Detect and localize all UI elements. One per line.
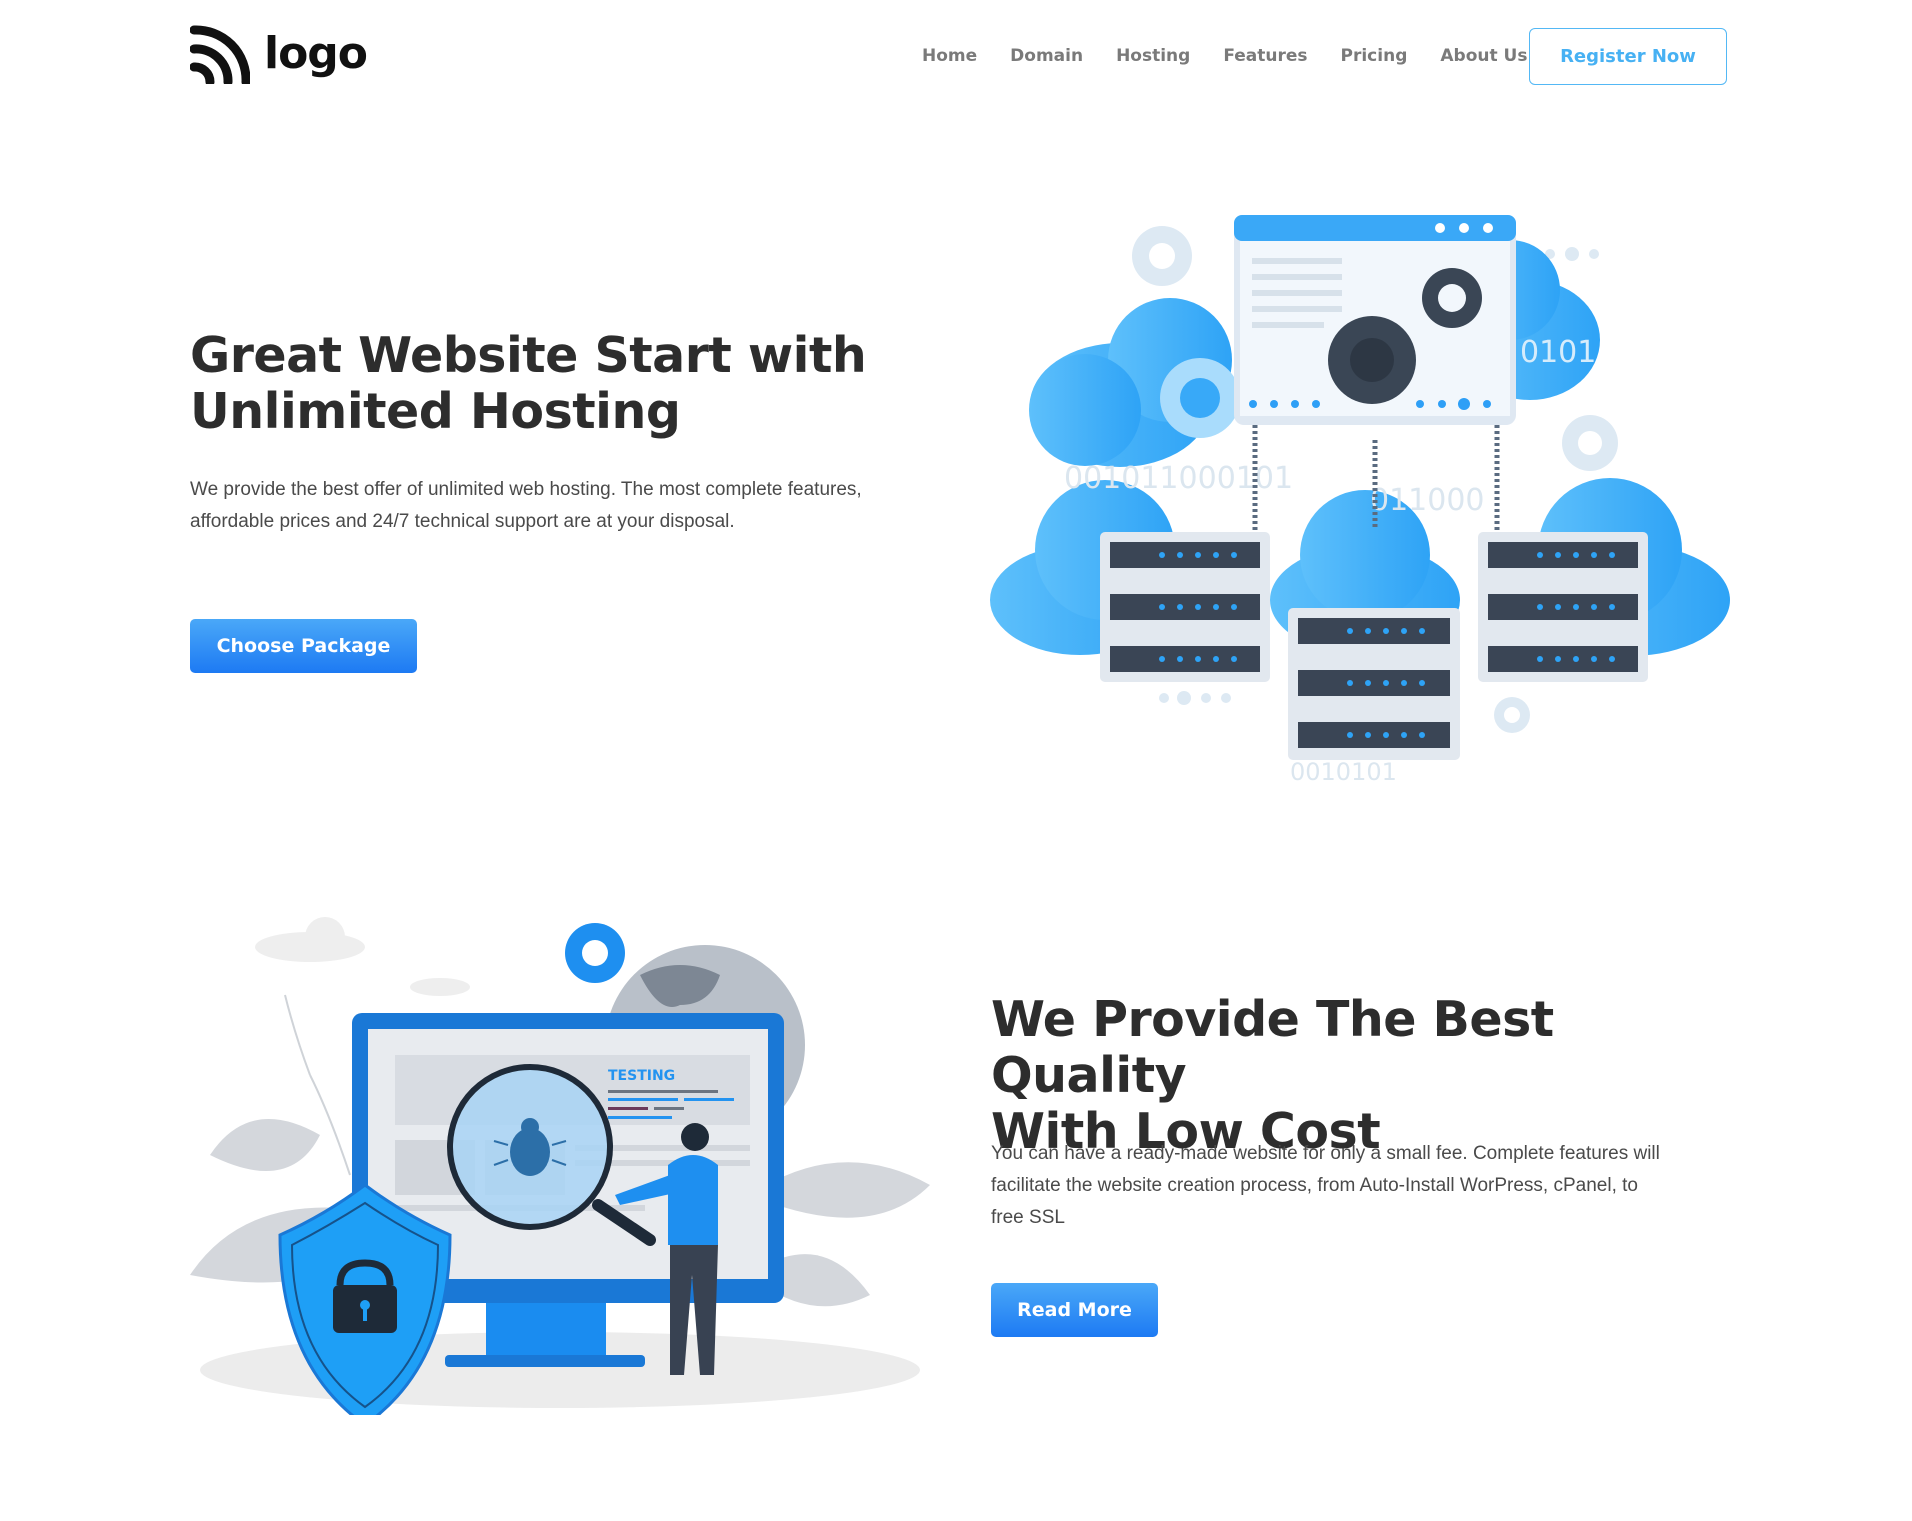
server-icon xyxy=(1100,532,1270,682)
choose-package-button[interactable]: Choose Package xyxy=(190,619,417,673)
read-more-button[interactable]: Read More xyxy=(991,1283,1158,1337)
gear-icon xyxy=(1160,358,1240,438)
logo[interactable]: logo xyxy=(190,24,368,84)
rss-logo-icon xyxy=(190,25,250,84)
binary-text: 011000 xyxy=(1370,483,1485,518)
nav-hosting[interactable]: Hosting xyxy=(1116,40,1190,72)
nav-home[interactable]: Home xyxy=(922,40,977,72)
binary-text: 001011000101 xyxy=(1064,461,1293,496)
logo-text: logo xyxy=(264,28,368,79)
gear-icon xyxy=(1132,226,1192,286)
section2-description: You can have a ready-made website for on… xyxy=(991,1143,1660,1228)
binary-text: 0010101 xyxy=(1290,758,1397,786)
nav-about-us[interactable]: About Us xyxy=(1440,40,1527,72)
gear-icon xyxy=(565,923,625,983)
testing-label: TESTING xyxy=(608,1068,675,1084)
site-header: logo Home Domain Hosting Features Pricin… xyxy=(0,0,1912,112)
binary-text: 0101 xyxy=(1520,335,1596,370)
main-nav: Home Domain Hosting Features Pricing Abo… xyxy=(922,40,1560,72)
hero-title-line2: Unlimited Hosting xyxy=(190,383,681,440)
section2-title: We Provide The Best Quality With Low Cos… xyxy=(991,992,1751,1160)
nav-domain[interactable]: Domain xyxy=(1010,40,1083,72)
section2-title-line1: We Provide The Best Quality xyxy=(991,991,1554,1104)
hero-description: We provide the best offer of unlimited w… xyxy=(190,479,862,532)
hosting-illustration: 0101 001011000101 011000 0010101 xyxy=(990,215,1730,786)
testing-illustration: TESTING xyxy=(190,917,930,1415)
server-icon xyxy=(1478,532,1648,682)
gear-icon xyxy=(1494,697,1530,733)
server-icon xyxy=(1288,608,1460,760)
nav-features[interactable]: Features xyxy=(1223,40,1307,72)
register-button[interactable]: Register Now xyxy=(1529,28,1727,85)
gear-icon xyxy=(1422,268,1482,328)
hero-title-line1: Great Website Start with xyxy=(190,327,867,384)
browser-window xyxy=(1234,215,1516,425)
cloud-icon xyxy=(255,917,470,996)
gear-icon xyxy=(1328,316,1416,404)
gear-icon xyxy=(1562,415,1618,471)
hero-title: Great Website Start with Unlimited Hosti… xyxy=(190,328,910,440)
nav-pricing[interactable]: Pricing xyxy=(1341,40,1408,72)
